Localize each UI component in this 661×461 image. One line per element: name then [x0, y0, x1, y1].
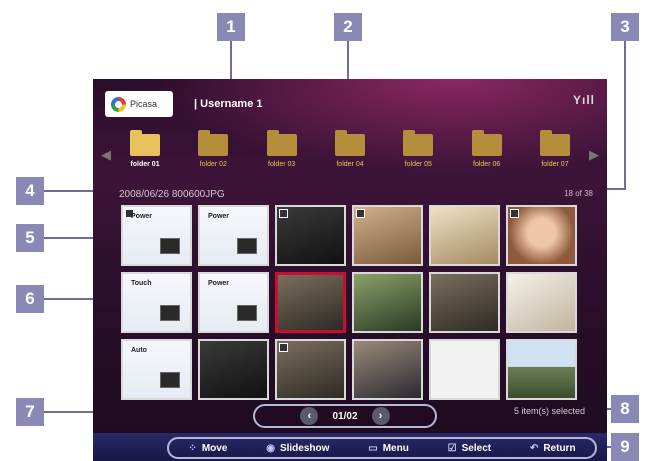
folder-label: folder 06	[473, 161, 501, 168]
thumbnail[interactable]	[429, 272, 500, 333]
callout-4: 4	[16, 177, 44, 205]
folder-item[interactable]: folder 05	[388, 130, 448, 178]
folder-item[interactable]: folder 04	[320, 130, 380, 178]
slideshow-icon: ◉	[266, 442, 275, 454]
select-icon: ☑	[447, 442, 457, 454]
folder-list: folder 01 folder 02 folder 03 folder 04 …	[115, 130, 585, 178]
thumbnail[interactable]	[506, 272, 577, 333]
callout-8: 8	[611, 395, 639, 423]
folder-item[interactable]: folder 02	[183, 130, 243, 178]
prev-page-button[interactable]: ‹	[300, 407, 319, 425]
page-indicator: 01/02	[332, 410, 358, 422]
hint-move[interactable]: ⁘ Move	[188, 443, 227, 454]
selection-mark	[510, 209, 519, 218]
selection-mark	[356, 209, 365, 218]
thumbnail[interactable]	[275, 205, 346, 266]
thumbnail[interactable]	[429, 205, 500, 266]
thumbnail[interactable]: Power	[198, 205, 269, 266]
hint-menu[interactable]: ▭ Menu	[368, 443, 409, 454]
callout-6: 6	[16, 285, 44, 313]
thumbnail-device	[237, 305, 257, 321]
thumbnail-caption: Auto	[131, 347, 147, 354]
hint-select-label: Select	[461, 442, 492, 454]
file-name: 2008/06/26 800600JPG	[119, 189, 225, 200]
folder-icon	[198, 130, 229, 156]
thumbnail[interactable]	[275, 339, 346, 400]
folder-icon	[471, 130, 502, 156]
return-icon: ↶	[529, 442, 539, 454]
signal-strength-icon: Yıll	[572, 93, 595, 107]
folder-label: folder 01	[130, 161, 160, 168]
thumbnail[interactable]	[198, 339, 269, 400]
folder-icon	[539, 130, 570, 156]
menu-icon: ▭	[368, 442, 378, 454]
folder-icon	[130, 130, 160, 156]
picasa-screen: Picasa | Username 1 Yıll ◀ ▶ folder 01 f…	[93, 79, 607, 461]
logo-text: Picasa	[130, 99, 158, 109]
file-counter: 18 of 38	[564, 189, 593, 198]
thumbnail-focused[interactable]	[275, 272, 346, 333]
folder-item[interactable]: folder 06	[457, 130, 517, 178]
thumbnail-caption: Power	[208, 280, 230, 287]
thumbnail-caption: Power	[208, 213, 230, 220]
selected-count: 5 item(s) selected	[513, 406, 585, 416]
callout-9: 9	[611, 433, 639, 461]
callout-2: 2	[334, 13, 362, 41]
folder-icon	[334, 130, 365, 156]
folder-item[interactable]: folder 01	[115, 130, 175, 178]
thumbnail-caption: Touch	[131, 280, 152, 287]
username-label: | Username 1	[194, 98, 263, 110]
thumbnail-grid: Power Power Touch Power Auto	[121, 205, 577, 400]
folder-label: folder 07	[541, 161, 569, 168]
callout-3: 3	[611, 13, 639, 41]
move-icon: ⁘	[188, 442, 197, 454]
folder-item[interactable]: folder 03	[252, 130, 312, 178]
thumbnail[interactable]: Power	[121, 205, 192, 266]
next-page-button[interactable]: ›	[371, 407, 390, 425]
thumbnail[interactable]	[506, 339, 577, 400]
thumbnail[interactable]	[352, 205, 423, 266]
folder-icon	[266, 130, 297, 156]
callout-7: 7	[16, 398, 44, 426]
folder-label: folder 02	[199, 161, 227, 168]
folder-scroll-left-icon[interactable]: ◀	[101, 147, 111, 163]
hint-menu-label: Menu	[382, 442, 409, 454]
thumbnail[interactable]	[429, 339, 500, 400]
folder-icon	[403, 130, 434, 156]
callout-1: 1	[217, 13, 245, 41]
thumbnail[interactable]: Auto	[121, 339, 192, 400]
thumbnail[interactable]	[506, 205, 577, 266]
hint-return[interactable]: ↶ Return	[530, 443, 576, 454]
selection-mark	[279, 343, 288, 352]
leader-3	[624, 41, 626, 190]
page-navigator: ‹ 01/02 ›	[253, 404, 437, 428]
hint-slideshow[interactable]: ◉ Slideshow	[266, 443, 329, 454]
button-hints: ⁘ Move ◉ Slideshow ▭ Menu ☑ Select ↶ Return	[167, 437, 597, 459]
hint-select[interactable]: ☑ Select	[448, 443, 491, 454]
folder-label: folder 03	[268, 161, 296, 168]
thumbnail-device	[160, 372, 180, 388]
hint-return-label: Return	[543, 442, 576, 454]
hint-slideshow-label: Slideshow	[279, 442, 330, 454]
selection-mark	[279, 209, 288, 218]
hint-move-label: Move	[201, 442, 228, 454]
picasa-logo-icon	[111, 96, 126, 112]
thumbnail-caption: Power	[131, 213, 153, 220]
thumbnail[interactable]	[352, 339, 423, 400]
thumbnail-device	[160, 238, 180, 254]
folder-item[interactable]: folder 07	[525, 130, 585, 178]
thumbnail[interactable]	[352, 272, 423, 333]
thumbnail[interactable]: Power	[198, 272, 269, 333]
thumbnail-device	[237, 238, 257, 254]
thumbnail[interactable]: Touch	[121, 272, 192, 333]
picasa-logo: Picasa	[105, 91, 173, 117]
thumbnail-device	[160, 305, 180, 321]
folder-label: folder 05	[404, 161, 432, 168]
folder-label: folder 04	[336, 161, 364, 168]
callout-5: 5	[16, 224, 44, 252]
folder-scroll-right-icon[interactable]: ▶	[589, 147, 599, 163]
